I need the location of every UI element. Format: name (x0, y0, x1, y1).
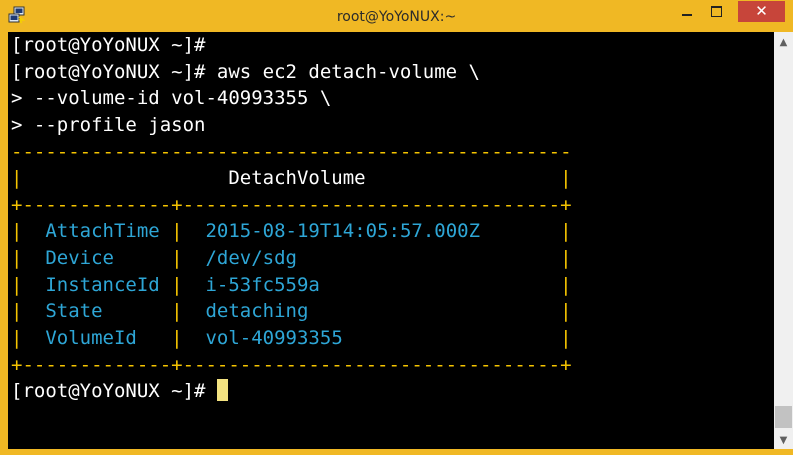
terminal-line: [root@YoYoNUX ~]# (11, 378, 228, 404)
terminal-text-segment: | (159, 247, 206, 269)
terminal-text-segment: | (11, 300, 46, 322)
terminal-text-segment: +-------------+-------------------------… (11, 194, 572, 216)
terminal-text-segment: InstanceId (45, 274, 160, 296)
terminal-line: +-------------+-------------------------… (11, 352, 572, 378)
terminal-text-segment: | (480, 220, 572, 242)
terminal-line: > --volume-id vol-40993355 \ (11, 85, 331, 111)
terminal-text-segment: [root@YoYoNUX ~]# (11, 380, 217, 402)
terminal-text-segment: VolumeId (45, 327, 160, 349)
terminal-line: +-------------+-------------------------… (11, 192, 572, 218)
terminal-text-segment: | (159, 300, 206, 322)
terminal-window: root@YoYoNUX:~ ✕ [root@YoYoNUX ~]# [root@… (0, 0, 793, 455)
terminal-line: > --profile jason (11, 112, 205, 138)
scroll-down-arrow-icon[interactable]: ▼ (774, 432, 793, 449)
terminal-text-segment: 2015-08-19T14:05:57.000Z (205, 220, 481, 242)
terminal-line: | InstanceId | i-53fc559a | (11, 272, 572, 298)
terminal-text-segment: | (480, 247, 572, 269)
terminal-line: | State | detaching | (11, 298, 572, 324)
scroll-thumb[interactable] (775, 406, 792, 428)
terminal-text-segment: | (11, 327, 46, 349)
terminal-text-segment: [root@YoYoNUX ~]# aws ec2 detach-volume … (11, 61, 480, 83)
terminal-line: [root@YoYoNUX ~]# aws ec2 detach-volume … (11, 59, 480, 85)
terminal-output[interactable]: [root@YoYoNUX ~]# [root@YoYoNUX ~]# aws e… (8, 32, 774, 449)
terminal-text-segment: | (560, 167, 572, 189)
terminal-text-segment: | (480, 274, 572, 296)
window-bottom-border (0, 449, 793, 455)
terminal-line: | DetachVolume | (11, 165, 572, 191)
terminal-text-segment: i-53fc559a (205, 274, 481, 296)
scroll-up-arrow-icon[interactable]: ▲ (774, 34, 793, 51)
terminal-text-segment: State (45, 300, 160, 322)
terminal-text-segment: | (480, 327, 572, 349)
terminal-line: | AttachTime | 2015-08-19T14:05:57.000Z … (11, 218, 572, 244)
terminal-line: [root@YoYoNUX ~]# (11, 32, 205, 58)
terminal-text-segment: AttachTime (45, 220, 160, 242)
terminal-text-segment: Device (45, 247, 160, 269)
terminal-text-segment: | (480, 300, 572, 322)
terminal-text-segment: [root@YoYoNUX ~]# (11, 34, 206, 56)
terminal-text-segment: | (11, 274, 46, 296)
terminal-text-segment: | (159, 274, 206, 296)
close-icon: ✕ (755, 2, 768, 20)
title-bar[interactable]: root@YoYoNUX:~ ✕ (0, 0, 793, 32)
minimize-button[interactable] (671, 0, 703, 22)
terminal-line: ----------------------------------------… (11, 139, 572, 165)
terminal-text-segment: +-------------+-------------------------… (11, 354, 572, 376)
vertical-scrollbar[interactable]: ▲ ▼ (774, 32, 793, 449)
minimize-icon (682, 14, 692, 16)
close-button[interactable]: ✕ (738, 1, 785, 22)
text-cursor (216, 379, 228, 401)
terminal-text-segment: | (11, 167, 23, 189)
terminal-text-segment: vol-40993355 (205, 327, 481, 349)
terminal-text-segment: | (11, 247, 46, 269)
terminal-text-segment: /dev/sdg (205, 247, 481, 269)
terminal-line: | Device | /dev/sdg | (11, 245, 572, 271)
maximize-button[interactable] (703, 0, 730, 22)
terminal-line: | VolumeId | vol-40993355 | (11, 325, 572, 351)
terminal-text-segment: DetachVolume (22, 167, 561, 189)
terminal-text-segment: | (159, 220, 206, 242)
maximize-icon (711, 5, 722, 17)
terminal-text-segment: > --volume-id vol-40993355 \ (11, 87, 332, 109)
terminal-text-segment: ----------------------------------------… (11, 141, 572, 163)
terminal-text-segment: | (11, 220, 46, 242)
terminal-text-segment: > --profile jason (11, 114, 206, 136)
terminal-text-segment: detaching (205, 300, 481, 322)
terminal-text-segment: | (159, 327, 206, 349)
